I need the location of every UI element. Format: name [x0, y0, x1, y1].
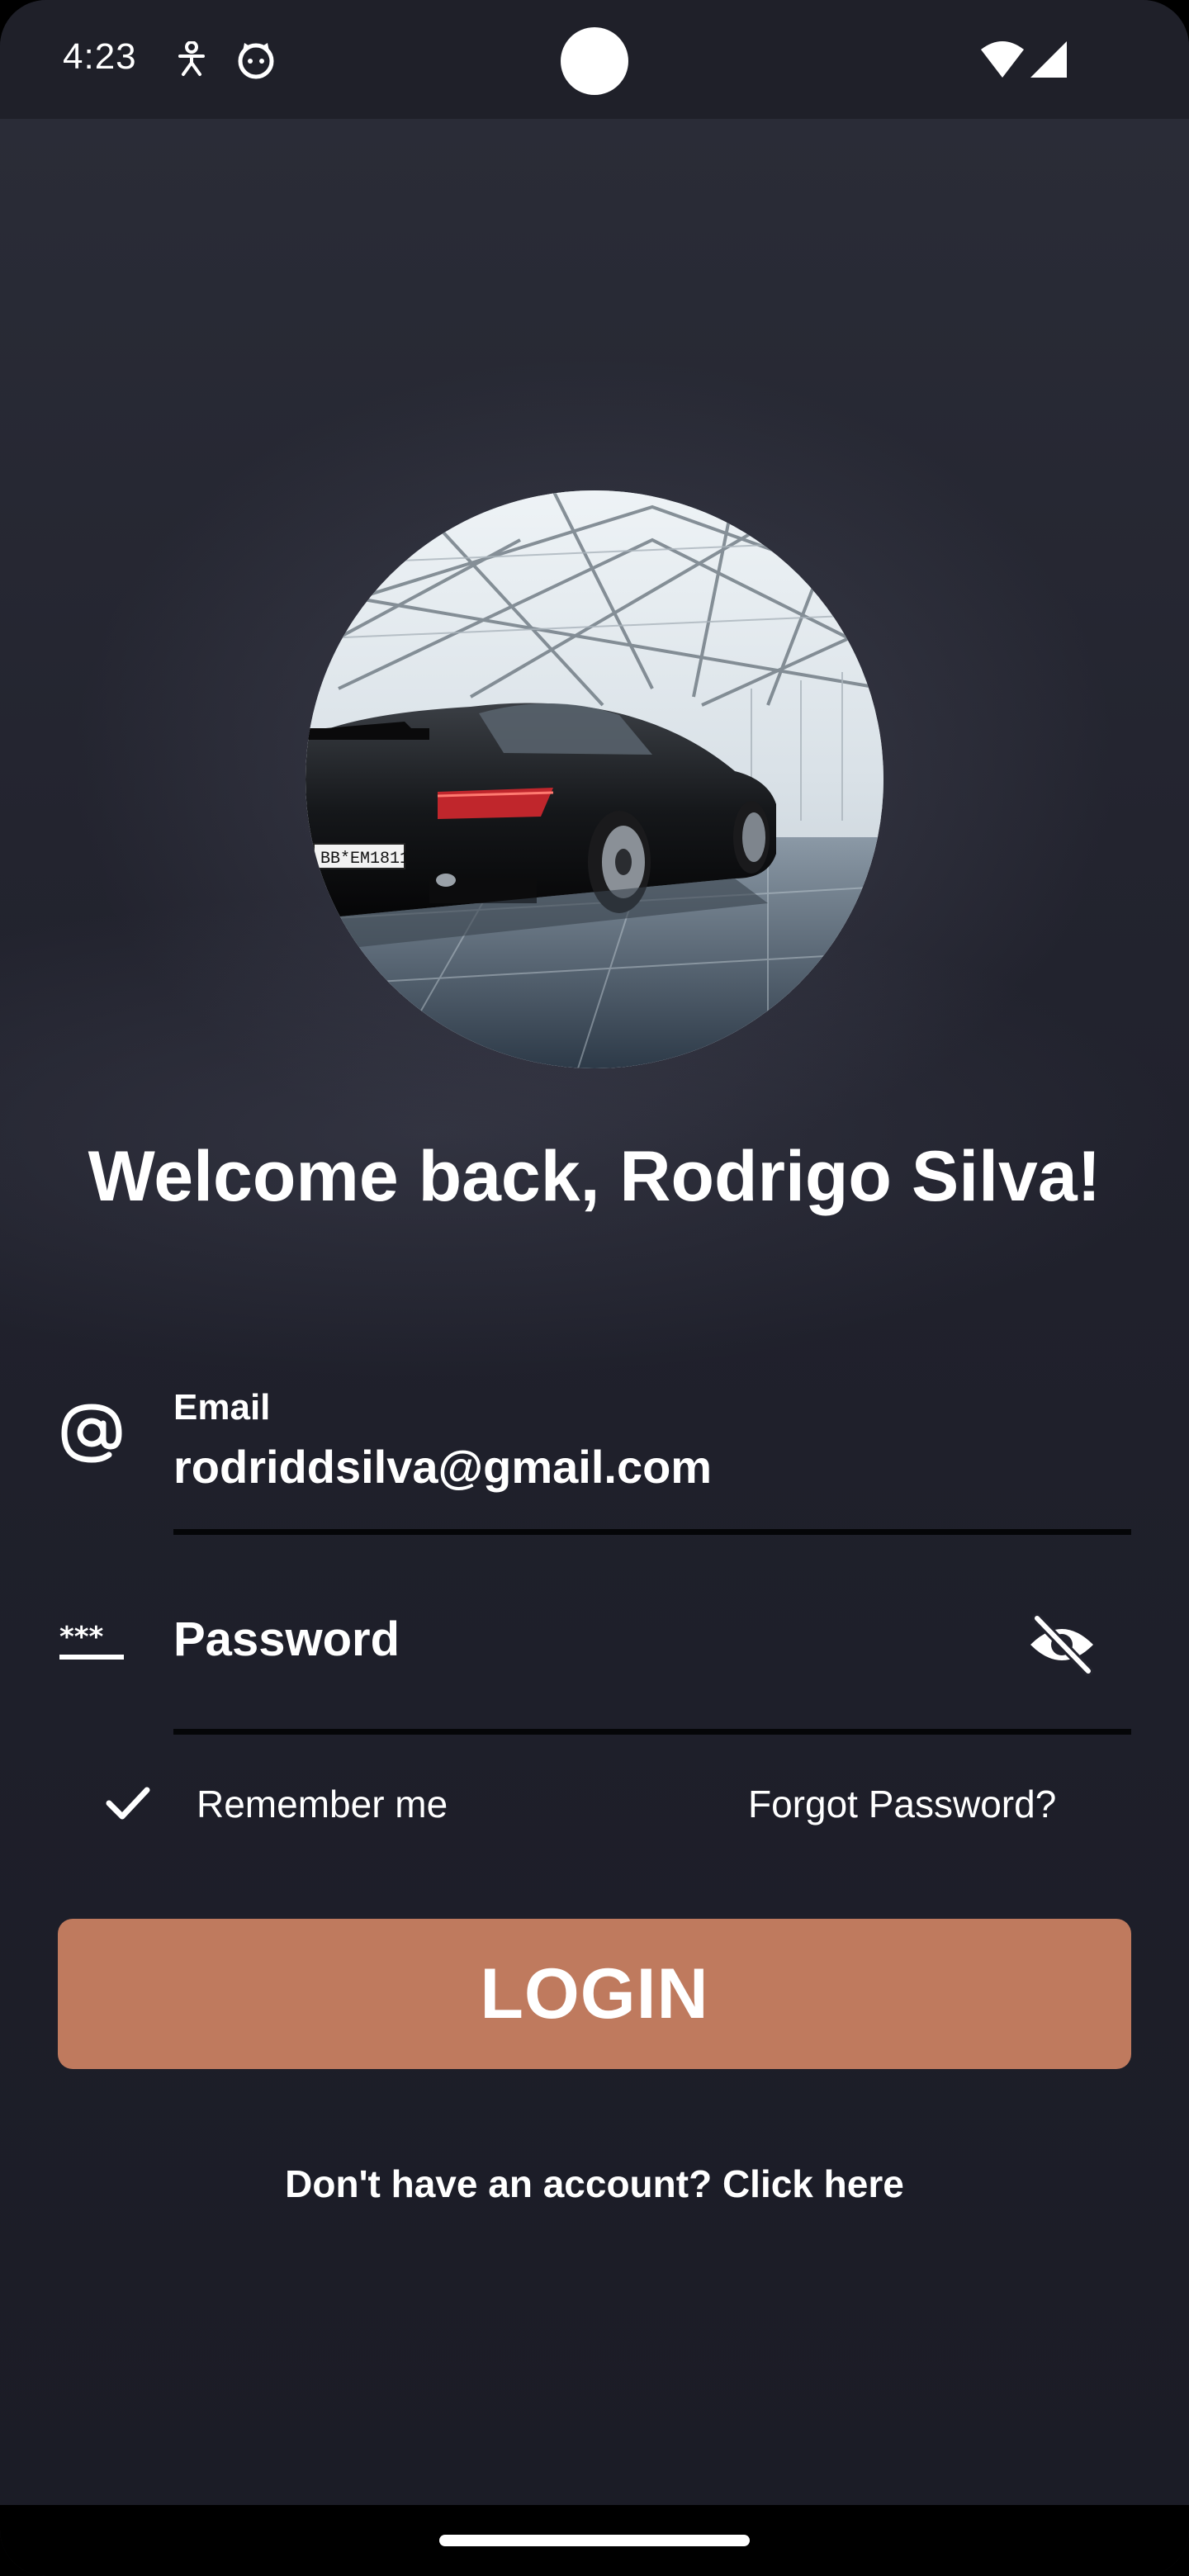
- profile-avatar: BB*EM1811: [306, 490, 883, 1068]
- email-underline: [173, 1529, 1131, 1535]
- cat-face-icon: [236, 40, 276, 83]
- login-button[interactable]: LOGIN: [58, 1919, 1131, 2069]
- wifi-icon: [981, 41, 1024, 82]
- password-underline: [173, 1729, 1131, 1735]
- svg-text:***: ***: [59, 1625, 104, 1654]
- remember-me-checkbox[interactable]: [99, 1778, 157, 1828]
- status-time: 4:23: [63, 36, 137, 77]
- camera-cutout: [561, 27, 628, 95]
- login-screen: BB*EM1811 Welcome back, Rodrigo Silva! E…: [0, 119, 1189, 2505]
- eye-off-icon[interactable]: [1027, 1610, 1097, 1679]
- navigation-bar: [0, 2505, 1189, 2576]
- accessibility-icon: [177, 40, 206, 82]
- remember-me-label[interactable]: Remember me: [197, 1782, 448, 1826]
- status-bar: 4:23: [0, 0, 1189, 119]
- signup-link[interactable]: Don't have an account? Click here: [0, 2162, 1189, 2206]
- car-photo: BB*EM1811: [306, 490, 883, 1068]
- svg-text:BB*EM1811: BB*EM1811: [320, 850, 410, 869]
- forgot-password-link[interactable]: Forgot Password?: [748, 1782, 1056, 1826]
- email-label: Email: [173, 1387, 271, 1428]
- phone-screen: 4:23 BB*EM1811 Welcome back, Rodrigo Sil…: [0, 0, 1189, 2576]
- at-sign-icon: [59, 1400, 124, 1469]
- password-dots-icon: ***: [59, 1621, 126, 1669]
- password-field[interactable]: Password: [173, 1612, 400, 1667]
- welcome-title: Welcome back, Rodrigo Silva!: [88, 1137, 1101, 1216]
- signal-icon: [1030, 41, 1067, 82]
- home-indicator[interactable]: [439, 2535, 750, 2546]
- email-field[interactable]: rodriddsilva@gmail.com: [173, 1440, 712, 1494]
